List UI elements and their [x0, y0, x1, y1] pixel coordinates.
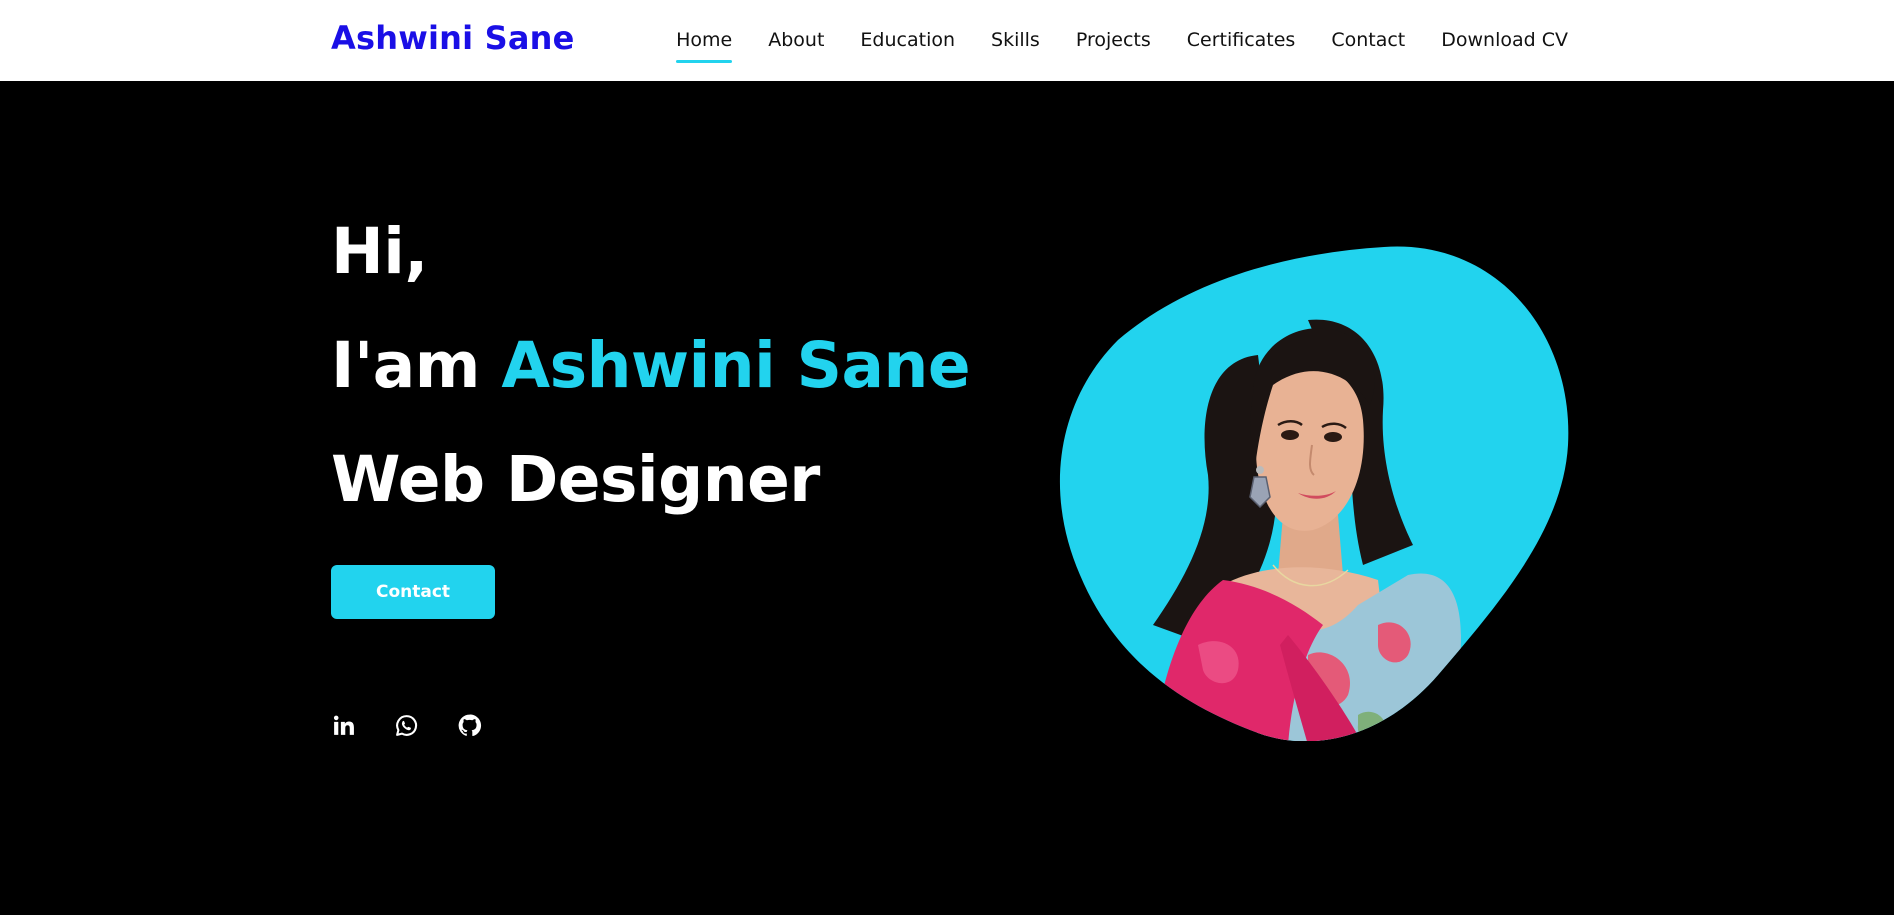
nav-link-home[interactable]: Home	[676, 29, 733, 63]
nav-link-contact[interactable]: Contact	[1331, 29, 1405, 51]
nav-link-certificates[interactable]: Certificates	[1187, 29, 1296, 51]
hero-greeting: Hi,	[331, 215, 428, 288]
hero-intro: I'am Ashwini Sane	[331, 309, 1031, 423]
contact-button[interactable]: Contact	[331, 565, 495, 619]
navbar: Ashwini Sane Home About Education Skills…	[0, 0, 1894, 81]
social-links	[331, 713, 482, 738]
hero-text: Hi, I'am Ashwini Sane Web Designer	[331, 195, 1031, 537]
nav-menu: Home About Education Skills Projects Cer…	[676, 29, 1568, 63]
hero-role: Web Designer	[331, 443, 820, 516]
whatsapp-icon[interactable]	[394, 713, 419, 738]
nav-link-download-cv[interactable]: Download CV	[1441, 29, 1568, 51]
github-icon[interactable]	[457, 713, 482, 738]
hero-name: Ashwini Sane	[501, 329, 971, 402]
profile-photo	[1058, 245, 1572, 742]
hero-intro-prefix: I'am	[331, 329, 480, 402]
nav-link-about[interactable]: About	[768, 29, 824, 51]
site-logo[interactable]: Ashwini Sane	[331, 19, 575, 57]
nav-link-projects[interactable]: Projects	[1076, 29, 1151, 51]
nav-link-skills[interactable]: Skills	[991, 29, 1040, 51]
nav-link-education[interactable]: Education	[860, 29, 955, 51]
linkedin-icon[interactable]	[331, 713, 356, 738]
